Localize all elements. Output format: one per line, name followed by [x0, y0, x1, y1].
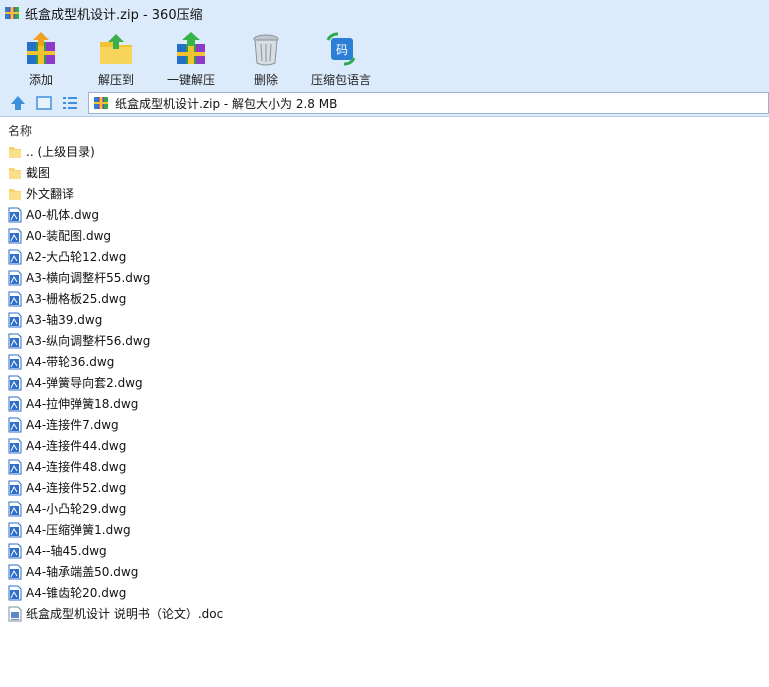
- dwg-file-icon: [8, 207, 22, 222]
- address-bar: 纸盒成型机设计.zip - 解包大小为 2.8 MB: [0, 90, 769, 117]
- dwg-file-icon: [8, 375, 22, 390]
- list-item-name: A4-压缩弹簧1.dwg: [26, 523, 131, 537]
- thumbnail-view-icon[interactable]: [35, 94, 53, 112]
- list-item[interactable]: A4-带轮36.dwg: [0, 351, 769, 372]
- list-item[interactable]: A4-轴承端盖50.dwg: [0, 561, 769, 582]
- title-bar: 纸盒成型机设计.zip - 360压缩: [0, 0, 769, 26]
- svg-text:码: 码: [336, 43, 348, 57]
- list-item-name: A3-横向调整杆55.dwg: [26, 271, 151, 285]
- dwg-file-icon: [8, 522, 22, 537]
- list-item[interactable]: 外文翻译: [0, 183, 769, 204]
- dwg-file-icon: [8, 438, 22, 453]
- list-view-icon[interactable]: [61, 94, 79, 112]
- dwg-file-icon: [8, 312, 22, 327]
- address-field[interactable]: 纸盒成型机设计.zip - 解包大小为 2.8 MB: [88, 92, 769, 114]
- folder-icon: [9, 167, 21, 179]
- list-item[interactable]: A4-连接件52.dwg: [0, 477, 769, 498]
- list-item[interactable]: A3-纵向调整杆56.dwg: [0, 330, 769, 351]
- dwg-file-icon: [8, 291, 22, 306]
- list-item[interactable]: A4-连接件48.dwg: [0, 456, 769, 477]
- list-item-name: A4-弹簧导向套2.dwg: [26, 376, 143, 390]
- address-path: 纸盒成型机设计.zip - 解包大小为 2.8 MB: [115, 96, 338, 111]
- dwg-file-icon: [8, 459, 22, 474]
- list-item-name: A4--轴45.dwg: [26, 544, 107, 558]
- list-item[interactable]: 纸盒成型机设计 说明书（论文）.doc: [0, 603, 769, 624]
- dwg-file-icon: [8, 585, 22, 600]
- dwg-file-icon: [8, 249, 22, 264]
- delete-button[interactable]: 删除: [229, 30, 303, 88]
- dwg-file-icon: [8, 564, 22, 579]
- list-item-name: A4-连接件7.dwg: [26, 418, 119, 432]
- folder-icon: [9, 188, 21, 200]
- folder-icon: [9, 146, 21, 158]
- list-item[interactable]: A4-锥齿轮20.dwg: [0, 582, 769, 603]
- list-item-name: A4-锥齿轮20.dwg: [26, 586, 127, 600]
- doc-file-icon: [8, 606, 22, 621]
- list-item-name: A4-连接件52.dwg: [26, 481, 127, 495]
- trash-icon: [253, 34, 279, 66]
- list-item[interactable]: A4-压缩弹簧1.dwg: [0, 519, 769, 540]
- list-item[interactable]: A4-弹簧导向套2.dwg: [0, 372, 769, 393]
- extract-to-button[interactable]: 解压到: [79, 30, 153, 88]
- list-item-name: A3-轴39.dwg: [26, 313, 103, 327]
- dwg-file-icon: [8, 270, 22, 285]
- extract-to-icon: [100, 34, 132, 64]
- toolbar: 添加 解压到 一键解压 删除 码 压缩包语言: [0, 26, 769, 90]
- list-item-name: A3-纵向调整杆56.dwg: [26, 334, 151, 348]
- list-item[interactable]: A4-连接件44.dwg: [0, 435, 769, 456]
- dwg-file-icon: [8, 228, 22, 243]
- list-item[interactable]: A3-栅格板25.dwg: [0, 288, 769, 309]
- list-item-name: A4-带轮36.dwg: [26, 355, 115, 369]
- list-item-name: A4-拉伸弹簧18.dwg: [26, 397, 139, 411]
- dwg-file-icon: [8, 333, 22, 348]
- list-item[interactable]: A0-装配图.dwg: [0, 225, 769, 246]
- list-item-name: A4-小凸轮29.dwg: [26, 502, 127, 516]
- dwg-file-icon: [8, 354, 22, 369]
- list-item[interactable]: A3-横向调整杆55.dwg: [0, 267, 769, 288]
- dwg-file-icon: [8, 417, 22, 432]
- file-rows: .. (上级目录) 截图外文翻译 A0-机体.dwg A0-装配图.dwg A2-大凸轮…: [0, 141, 769, 624]
- list-item[interactable]: A0-机体.dwg: [0, 204, 769, 225]
- list-item-name: A4-轴承端盖50.dwg: [26, 565, 139, 579]
- list-item-name: 纸盒成型机设计 说明书（论文）.doc: [26, 607, 224, 621]
- list-item-name: A2-大凸轮12.dwg: [26, 250, 127, 264]
- dwg-file-icon: [8, 396, 22, 411]
- dwg-file-icon: [8, 480, 22, 495]
- list-item[interactable]: 截图: [0, 162, 769, 183]
- list-item-name: 截图: [26, 166, 51, 180]
- archive-language-icon: 码: [326, 32, 356, 66]
- list-item-name: A0-机体.dwg: [26, 208, 100, 222]
- list-item-name: A4-连接件48.dwg: [26, 460, 127, 474]
- archive-file-icon: [94, 97, 108, 109]
- list-item-name: A4-连接件44.dwg: [26, 439, 127, 453]
- list-item-name: .. (上级目录): [26, 145, 95, 159]
- list-item[interactable]: A4-拉伸弹簧18.dwg: [0, 393, 769, 414]
- dwg-file-icon: [8, 501, 22, 516]
- list-item[interactable]: A4-连接件7.dwg: [0, 414, 769, 435]
- list-item-name: 外文翻译: [26, 187, 75, 201]
- one-click-extract-icon: [177, 32, 205, 64]
- add-button[interactable]: 添加: [4, 30, 78, 88]
- window-title: 纸盒成型机设计.zip - 360压缩: [25, 7, 203, 23]
- list-item[interactable]: A2-大凸轮12.dwg: [0, 246, 769, 267]
- dwg-file-icon: [8, 543, 22, 558]
- list-item-name: A3-栅格板25.dwg: [26, 292, 127, 306]
- one-click-extract-button[interactable]: 一键解压: [154, 30, 228, 88]
- column-header-name[interactable]: 名称: [8, 122, 32, 139]
- list-item-name: A0-装配图.dwg: [26, 229, 112, 243]
- list-item[interactable]: A4-小凸轮29.dwg: [0, 498, 769, 519]
- list-item[interactable]: A4--轴45.dwg: [0, 540, 769, 561]
- archive-language-button[interactable]: 码 压缩包语言: [304, 30, 378, 88]
- up-arrow-icon[interactable]: [9, 94, 27, 112]
- list-item[interactable]: .. (上级目录): [0, 141, 769, 162]
- add-archive-icon: [27, 32, 55, 64]
- file-list: 名称 .. (上级目录) 截图外文翻译 A0-机体.dwg A0-装配图.dwg A2-…: [0, 117, 769, 687]
- list-item[interactable]: A3-轴39.dwg: [0, 309, 769, 330]
- archive-app-icon: [5, 7, 19, 19]
